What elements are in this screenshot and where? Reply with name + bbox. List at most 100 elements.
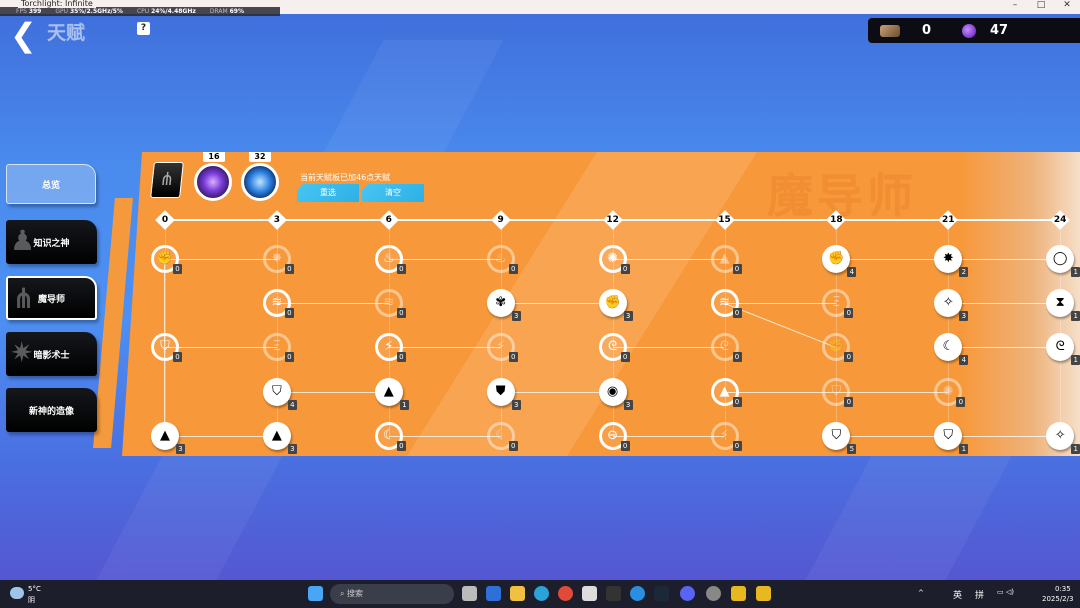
talent-node[interactable]: ᘓ0 <box>598 333 630 363</box>
talent-connection <box>388 435 501 437</box>
talent-node[interactable]: ⚡ 0 <box>486 333 518 363</box>
orb-tier-1[interactable] <box>194 163 232 201</box>
talent-node[interactable]: ☾ 4 <box>934 333 969 366</box>
talent-node[interactable]: ✸ 2 <box>934 245 969 277</box>
talent-node[interactable]: ☾ 0 <box>486 421 518 451</box>
clock-date[interactable]: 2025/2/3 <box>1042 595 1073 603</box>
taskbar-search[interactable]: ⌕ 搜索 <box>330 584 454 604</box>
talent-node[interactable]: ᘓ0 <box>710 333 742 363</box>
talent-node[interactable]: ✺ 0 <box>598 245 630 274</box>
points-tick: 18 <box>826 210 847 230</box>
talent-node[interactable]: ⚡ 0 <box>710 421 742 451</box>
talent-node[interactable]: ⛉ 4 <box>262 377 297 410</box>
tray-chevron-icon[interactable]: ^ <box>918 589 924 597</box>
talent-node[interactable]: ≋ 0 <box>262 289 294 319</box>
close-button[interactable]: ✕ <box>1057 0 1077 10</box>
orb-tier-2-value: 32 <box>249 152 271 162</box>
sidebar-item-3[interactable]: ✷ 暗影术士 <box>6 332 97 376</box>
talent-node[interactable]: ♨ 0 <box>486 245 518 274</box>
talent-connection <box>948 303 1061 305</box>
talent-points: 1 <box>1071 311 1080 322</box>
talent-node[interactable]: ▲ 0 <box>710 377 742 407</box>
talent-node[interactable]: ✊ 3 <box>598 289 633 322</box>
fps-label: FPS <box>16 8 27 15</box>
talent-node[interactable]: ⛉ 0 <box>822 377 854 407</box>
talent-node[interactable]: ⚡ 0 <box>374 333 406 363</box>
minimize-button[interactable]: – <box>1005 0 1025 10</box>
talent-node[interactable]: ♨ 0 <box>374 245 406 274</box>
clear-button[interactable]: 清空 <box>362 184 424 202</box>
talent-node[interactable]: ▲ 3 <box>151 421 185 454</box>
back-button[interactable]: ❮ <box>10 18 40 52</box>
talent-node[interactable]: ≋ 0 <box>710 289 742 319</box>
cpu-label: CPU <box>136 8 150 15</box>
talent-points: 3 <box>623 399 633 410</box>
edge-icon[interactable] <box>534 586 549 601</box>
talent-node[interactable]: ◯ 1 <box>1046 245 1080 277</box>
torchlight-active-icon[interactable] <box>756 586 771 601</box>
sidebar-item-4[interactable]: 新神的造像 <box>6 388 97 432</box>
edge-dev-icon[interactable] <box>630 586 645 601</box>
start-icon[interactable] <box>308 586 323 601</box>
talent-points: 3 <box>176 443 185 454</box>
talent-node[interactable]: ✊ 0 <box>151 245 182 274</box>
app-icon[interactable] <box>706 586 721 601</box>
talent-node[interactable]: ☾ 0 <box>374 421 406 451</box>
talent-connection <box>165 347 277 349</box>
talent-points: 1 <box>399 399 409 410</box>
talent-node[interactable]: ≋ 0 <box>374 289 406 319</box>
torchlight-icon[interactable] <box>731 586 746 601</box>
talent-node[interactable]: ✾ 3 <box>486 289 521 322</box>
talent-icon: ✊ <box>604 295 621 311</box>
sidebar-item-0[interactable]: 总览 <box>6 164 96 204</box>
talent-node[interactable]: ▲ 1 <box>374 377 409 410</box>
talent-node[interactable]: ✸ 0 <box>262 245 294 274</box>
sidebar-item-2[interactable]: ⋔ 魔导师 <box>6 276 97 320</box>
talent-points: 0 <box>732 396 742 407</box>
talent-node[interactable]: Ξ0 <box>822 289 854 319</box>
talent-points: 0 <box>732 440 742 451</box>
talent-node[interactable]: ▲ 3 <box>262 421 297 454</box>
talent-connection <box>836 435 949 437</box>
talent-node[interactable]: ✺ 0 <box>934 377 966 407</box>
talent-node[interactable]: ✧ 1 <box>1046 421 1080 454</box>
ime-language[interactable]: 英 <box>953 588 962 601</box>
talent-node[interactable]: ⛉ 0 <box>151 333 182 363</box>
help-button[interactable]: ? <box>137 22 150 35</box>
ime-mode[interactable]: 拼 <box>975 588 984 601</box>
talent-points: 0 <box>844 308 854 319</box>
talent-node[interactable]: ▲ 0 <box>710 245 742 274</box>
talent-node[interactable]: ⧗ 1 <box>1046 289 1080 322</box>
talent-node[interactable]: ⛉ 5 <box>822 421 857 454</box>
talent-node[interactable]: ✧ 3 <box>934 289 969 322</box>
file-explorer-icon[interactable] <box>510 586 525 601</box>
tick-label: 15 <box>718 215 731 225</box>
task-view-icon[interactable] <box>462 586 477 601</box>
talent-icon: ✧ <box>1054 427 1066 443</box>
steam-icon[interactable] <box>654 586 669 601</box>
discord-icon[interactable] <box>680 586 695 601</box>
talent-node[interactable]: ᘓ1 <box>1046 333 1080 366</box>
talent-node[interactable]: ◉ 3 <box>598 377 633 410</box>
talent-node[interactable]: ⛊ 3 <box>486 377 521 410</box>
clock-time[interactable]: 0:35 <box>1055 585 1071 593</box>
talent-node[interactable]: ✊ 0 <box>822 333 854 363</box>
talent-node[interactable]: ⛉ 1 <box>934 421 969 454</box>
talent-node[interactable]: Ξ0 <box>262 333 294 363</box>
maximize-button[interactable]: □ <box>1031 0 1051 10</box>
points-tick: 3 <box>266 210 287 230</box>
talent-connection <box>724 391 837 393</box>
chrome-icon[interactable] <box>558 586 573 601</box>
orb-tier-2[interactable] <box>241 163 279 201</box>
sidebar-item-1[interactable]: ♟ 知识之神 <box>6 220 97 264</box>
network-volume-icon[interactable]: ▭ ◁) <box>997 588 1014 596</box>
talent-points: 3 <box>959 311 969 322</box>
talent-node[interactable]: ⊖ 0 <box>598 421 630 451</box>
talent-node[interactable]: ✊ 4 <box>822 245 857 277</box>
reselect-button[interactable]: 重选 <box>297 184 359 202</box>
app-icon[interactable] <box>606 586 621 601</box>
app-icon[interactable] <box>486 586 501 601</box>
store-icon[interactable] <box>582 586 597 601</box>
talent-connection <box>612 347 725 349</box>
points-tick: 12 <box>602 210 623 230</box>
